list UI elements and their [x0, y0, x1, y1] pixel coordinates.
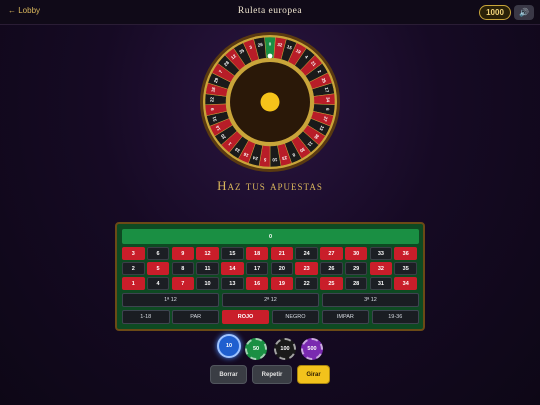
number-cell[interactable]: 26: [320, 262, 343, 275]
number-cell[interactable]: 5: [146, 262, 170, 275]
dozen-bet-cell[interactable]: 3ª 12: [322, 293, 419, 307]
chip-100[interactable]: 100: [274, 338, 296, 360]
number-cell[interactable]: 32: [369, 262, 393, 275]
number-cell[interactable]: 8: [171, 262, 195, 275]
roulette-wheel: 0 32 1519421225173462713361130823105241633…: [200, 32, 340, 172]
zero-cell[interactable]: 0: [122, 229, 419, 244]
number-cell[interactable]: 18: [245, 247, 269, 260]
dozen-bet-cell[interactable]: 2ª 12: [222, 293, 319, 307]
roulette-ball: [267, 53, 273, 59]
wheel-pocket-number: 34: [325, 97, 330, 103]
number-cell[interactable]: 20: [270, 262, 294, 275]
wheel-pocket-number: 22: [209, 96, 214, 102]
number-cell[interactable]: 9: [171, 247, 195, 260]
number-cell[interactable]: 13: [221, 277, 244, 290]
spin-button[interactable]: Girar: [297, 365, 330, 384]
number-cell[interactable]: 30: [344, 247, 368, 260]
number-cell[interactable]: 4: [146, 277, 170, 290]
repeat-bets-button[interactable]: Repetir: [252, 365, 292, 384]
number-cell[interactable]: 2: [122, 262, 145, 275]
number-cell[interactable]: 23: [295, 262, 318, 275]
page-title: Ruleta europea: [237, 6, 303, 16]
number-cell[interactable]: 7: [171, 277, 195, 290]
outside-bet-cell[interactable]: 19-36: [371, 310, 419, 324]
chip-50[interactable]: 50: [245, 338, 267, 360]
number-cell[interactable]: 15: [221, 247, 244, 260]
number-cell[interactable]: 3: [122, 247, 145, 260]
outside-bet-cell[interactable]: NEGRO: [271, 310, 320, 324]
clear-bets-button[interactable]: Borrar: [210, 365, 247, 384]
outside-bet-cell[interactable]: PAR: [171, 310, 220, 324]
number-cell[interactable]: 36: [394, 247, 417, 260]
number-cell[interactable]: 35: [394, 262, 417, 275]
number-cell[interactable]: 10: [196, 277, 219, 290]
place-bets-heading: Haz tus apuestas: [217, 178, 323, 193]
number-cell[interactable]: 25: [320, 277, 343, 290]
number-cell[interactable]: 28: [344, 277, 368, 290]
balance-badge: 1000: [479, 5, 511, 20]
number-cell[interactable]: 33: [369, 247, 393, 260]
number-cell[interactable]: 21: [270, 247, 294, 260]
number-cell[interactable]: 27: [320, 247, 343, 260]
number-cell[interactable]: 14: [221, 262, 244, 275]
chip-500[interactable]: 500: [301, 338, 323, 360]
outside-bet-cell[interactable]: IMPAR: [321, 310, 370, 324]
number-cell[interactable]: 16: [245, 277, 269, 290]
number-cell[interactable]: 6: [146, 247, 170, 260]
number-cell[interactable]: 1: [122, 277, 145, 290]
number-cell[interactable]: 19: [270, 277, 294, 290]
wheel-pocket-number: 10: [272, 157, 278, 162]
dozen-bet-cell[interactable]: 1ª 12: [122, 293, 219, 307]
number-cell[interactable]: 22: [295, 277, 318, 290]
wheel-hub: [260, 92, 280, 112]
number-cell[interactable]: 24: [295, 247, 318, 260]
number-cell[interactable]: 29: [344, 262, 368, 275]
outside-bet-cell[interactable]: ROJO: [221, 310, 270, 324]
number-cell[interactable]: 17: [245, 262, 269, 275]
number-cell[interactable]: 34: [394, 277, 417, 290]
betting-board: 0 3 6 9 12 15 18 21 24 27 30 33 36 2 5 8 11 14 17 20 23 26 29 3…: [115, 222, 425, 331]
number-cell[interactable]: 12: [196, 247, 219, 260]
number-cell[interactable]: 31: [369, 277, 393, 290]
outside-bet-cell[interactable]: 1-18: [122, 310, 170, 324]
chip-10[interactable]: 10: [217, 334, 241, 358]
number-cell[interactable]: 11: [196, 262, 219, 275]
top-bar: ← Lobby Ruleta europea 1000 🔊: [0, 0, 540, 25]
sound-toggle-icon[interactable]: 🔊: [514, 5, 534, 20]
